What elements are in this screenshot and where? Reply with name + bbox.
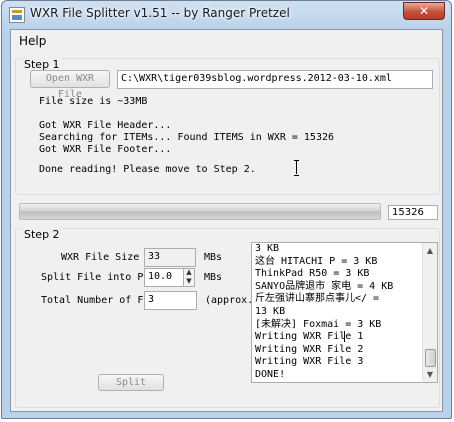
open-wxr-file-button[interactable]: Open WXR File [30,70,110,100]
split-size-stepper[interactable]: ▲ ▼ [183,268,195,287]
output-line: [未解决] Foxmai = 3 KB [255,318,382,330]
output-line: SANYO品牌退市 家电 = 4 KB [255,280,394,292]
output-line: Writing WXR File 2 [255,343,364,355]
item-count-field: 15326 [388,205,438,220]
output-line: 这台 HITACHI P = 3 KB [255,255,378,267]
scroll-down-icon[interactable]: ▼ [423,367,437,382]
log-line: Got WXR File Header... [39,120,172,131]
output-line: 13 KB [255,305,286,317]
output-line: Writing WXR File 1 [255,331,364,343]
split-size-value: 10.0 [148,271,173,282]
split-size-input[interactable]: 10.0 [144,268,184,287]
output-lines: 3 KB 这台 HITACHI P = 3 KB ThinkPad R50 = 3 … [255,243,393,382]
app-icon [9,7,25,23]
output-scrollbar[interactable]: ▲ ▼ [422,243,437,382]
menu-help[interactable]: Help [19,34,46,48]
log-line: File size is ~33MB [39,96,148,107]
progress-fill [20,204,380,219]
output-line: DONE! [255,368,286,380]
total-files-value: 3 [148,294,155,305]
total-files-label: Total Number of Fi [41,295,150,306]
scrollbar-thumb[interactable] [425,349,436,367]
scroll-up-icon[interactable]: ▲ [423,243,437,258]
output-line: Writing WXR File 3 [255,356,364,368]
spin-down-icon[interactable]: ▼ [184,277,194,287]
file-path-value: C:\WXR\tiger039sblog.wordpress.2012-03-1… [121,73,392,84]
app-window: WXR File Splitter v1.51 -- by Ranger Pre… [1,0,452,419]
ibeam-cursor-icon [294,160,300,176]
close-button[interactable]: ✕ [403,2,445,20]
file-path-field[interactable]: C:\WXR\tiger039sblog.wordpress.2012-03-1… [117,70,433,89]
title-bar[interactable]: WXR File Splitter v1.51 -- by Ranger Pre… [2,1,451,29]
total-files-field[interactable]: 3 [144,291,197,310]
item-count-value: 15326 [392,207,424,218]
menu-bar: Help [11,30,442,50]
log-line: Searching for ITEMs... Found ITEMS in WX… [39,132,335,143]
split-button-label: Split [115,377,147,388]
split-into-label: Split File into Pa [41,272,150,283]
step2-label: Step 2 [22,228,62,241]
output-line: 3 KB [255,243,280,254]
file-size-label: WXR File Size = [61,252,152,263]
text-caret [344,331,345,342]
progress-bar [19,203,381,220]
output-line: ThinkPad R50 = 3 KB [255,268,370,280]
window-title: WXR File Splitter v1.51 -- by Ranger Pre… [30,6,290,20]
log-line: Done reading! Please move to Step 2. [39,164,256,175]
split-button[interactable]: Split [98,374,164,391]
output-log[interactable]: 3 KB 这台 HITACHI P = 3 KB ThinkPad R50 = 3 … [251,242,438,383]
log-line: Got WXR File Footer... [39,144,172,155]
file-size-unit: MBs [204,252,223,263]
file-size-value: 33 [148,251,161,262]
file-size-field: 33 [144,248,196,267]
split-size-unit: MBs [204,272,223,283]
output-line: 斤左强讲山寨那点事儿</ = [255,293,380,305]
client-area: Help Step 1 Open WXR File C:\WXR\tiger03… [10,29,443,412]
close-icon: ✕ [418,4,430,18]
